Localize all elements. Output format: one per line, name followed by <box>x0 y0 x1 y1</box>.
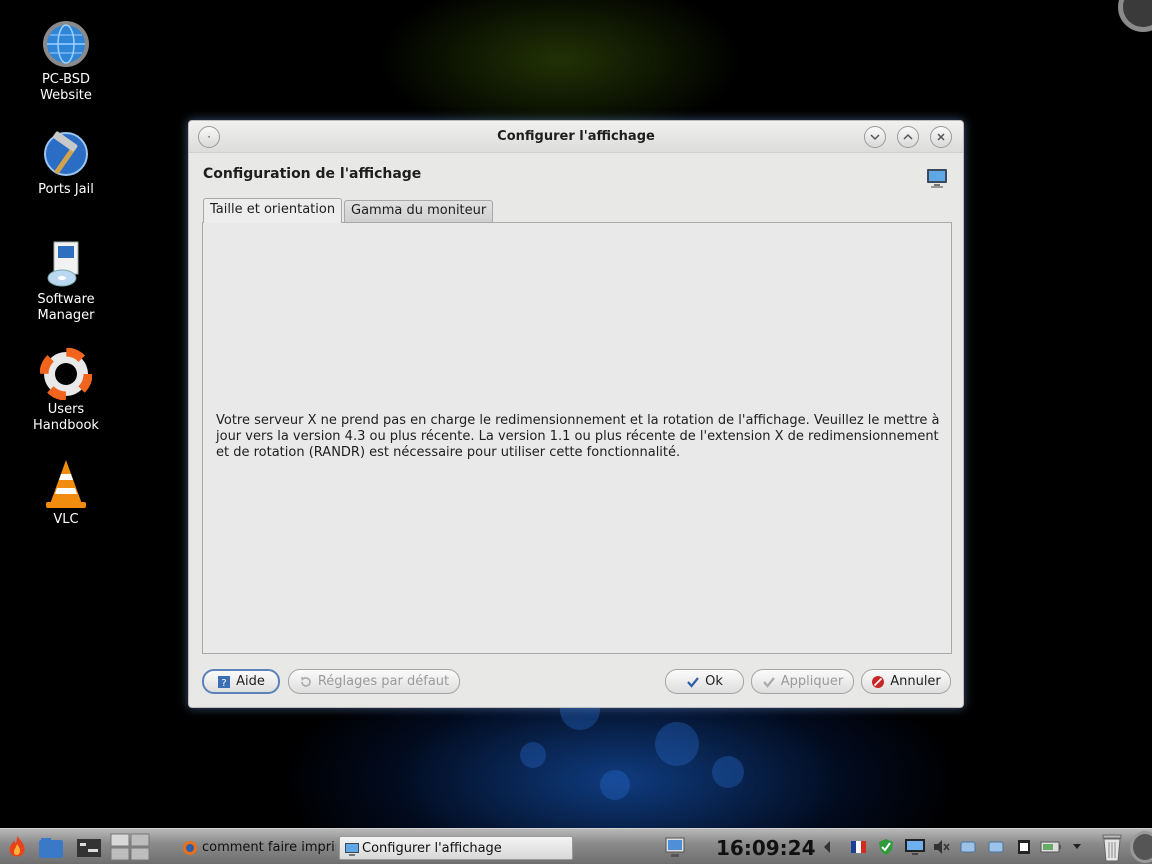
apply-button-label: Appliquer <box>780 674 844 689</box>
bokeh-light <box>520 742 546 768</box>
desktop-icon-label: PC-BSD Website <box>40 72 92 103</box>
task-label: Configurer l'affichage <box>362 841 502 856</box>
volume-muted-icon[interactable] <box>932 838 950 856</box>
trash-icon[interactable] <box>1100 833 1124 863</box>
bokeh-light <box>600 770 630 800</box>
reset-icon <box>300 676 311 687</box>
tab-size-orientation[interactable]: Taille et orientation <box>203 198 343 223</box>
desktop-icon-label: VLC <box>53 512 79 527</box>
monitor-icon <box>927 169 947 188</box>
ok-button[interactable]: Ok <box>665 669 744 694</box>
tab-panel: Votre serveur X ne prend pas en charge l… <box>202 222 952 654</box>
help-button-label: Aide <box>236 674 265 689</box>
desktop-icon-users-handbook[interactable]: Users Handbook <box>18 348 114 434</box>
ok-button-label: Ok <box>705 674 723 689</box>
panel-toolbox-icon[interactable] <box>1130 831 1152 863</box>
maximize-button[interactable] <box>897 126 919 148</box>
display-tray-icon[interactable] <box>663 835 687 859</box>
apply-button[interactable]: Appliquer <box>751 669 854 694</box>
desktop-icon-software-manager[interactable]: Software Manager <box>18 238 114 324</box>
taskbar: comment faire imprim Configurer l'affich… <box>0 828 1152 864</box>
window-title: Configurer l'affichage <box>497 129 655 144</box>
bokeh-light <box>712 756 744 788</box>
checkmark-icon <box>762 676 775 688</box>
randr-error-message: Votre serveur X ne prend pas en charge l… <box>216 413 940 460</box>
defaults-button[interactable]: Réglages par défaut <box>288 669 460 694</box>
checkmark-icon <box>687 676 699 688</box>
pager-icon[interactable] <box>110 833 150 861</box>
monitor-icon <box>345 843 359 856</box>
chevron-down-icon <box>870 134 880 141</box>
network-icon[interactable] <box>988 838 1006 856</box>
display-config-dialog: · Configurer l'affichage Configuration d… <box>188 120 964 708</box>
svg-text:?: ? <box>221 678 226 689</box>
task-label: comment faire imprim <box>202 840 336 855</box>
network-monitor-icon[interactable] <box>904 838 926 856</box>
plasma-toolbox-icon[interactable] <box>1118 0 1152 32</box>
desktop-icon-label: Users Handbook <box>33 402 99 433</box>
globe-gear-icon <box>43 21 89 67</box>
chevron-up-icon <box>903 133 913 140</box>
expand-icon[interactable] <box>1068 838 1086 856</box>
start-menu-flame-icon[interactable] <box>4 834 30 860</box>
minimize-button[interactable] <box>864 126 886 148</box>
desktop-icon-label: Software Manager <box>37 292 95 323</box>
task-firefox[interactable]: comment faire imprim <box>180 836 336 860</box>
close-button[interactable] <box>930 126 952 148</box>
dialog-header: Configuration de l'affichage <box>203 166 422 182</box>
cancel-button-label: Annuler <box>890 674 941 689</box>
desktop-icon-vlc[interactable]: VLC <box>18 458 114 528</box>
battery-icon[interactable] <box>1040 838 1062 856</box>
vlc-cone-icon <box>46 460 86 508</box>
system-settings-icon[interactable] <box>76 837 102 859</box>
firefox-icon <box>183 841 197 855</box>
lifebuoy-icon <box>40 348 92 400</box>
titlebar[interactable]: · Configurer l'affichage <box>189 121 963 153</box>
help-button[interactable]: ? Aide <box>202 669 280 694</box>
keyboard-layout-fr-icon[interactable] <box>850 838 868 856</box>
hammer-globe-icon <box>44 131 88 176</box>
close-icon <box>937 133 945 141</box>
tray-expand-arrow-icon[interactable] <box>822 840 832 854</box>
task-configurer-affichage[interactable]: Configurer l'affichage <box>339 836 573 860</box>
cancel-icon <box>872 675 885 688</box>
desktop-icon-pcbsd-website[interactable]: PC-BSD Website <box>18 18 114 104</box>
file-manager-icon[interactable] <box>38 837 64 859</box>
clock[interactable]: 16:09:24 <box>716 836 816 860</box>
defaults-button-label: Réglages par défaut <box>317 674 450 689</box>
tab-label: Taille et orientation <box>210 202 336 217</box>
tab-monitor-gamma[interactable]: Gamma du moniteur <box>344 200 494 222</box>
desktop-icon-ports-jail[interactable]: Ports Jail <box>18 128 114 198</box>
desktop-icon-label: Ports Jail <box>38 182 94 197</box>
cancel-button[interactable]: Annuler <box>861 669 951 694</box>
software-box-icon <box>47 241 79 287</box>
network-icon[interactable] <box>960 838 978 856</box>
clipboard-icon[interactable] <box>1015 838 1033 856</box>
shield-icon[interactable] <box>877 838 895 856</box>
bokeh-light <box>655 722 699 766</box>
tab-label: Gamma du moniteur <box>351 203 487 218</box>
help-icon: ? <box>218 675 231 689</box>
